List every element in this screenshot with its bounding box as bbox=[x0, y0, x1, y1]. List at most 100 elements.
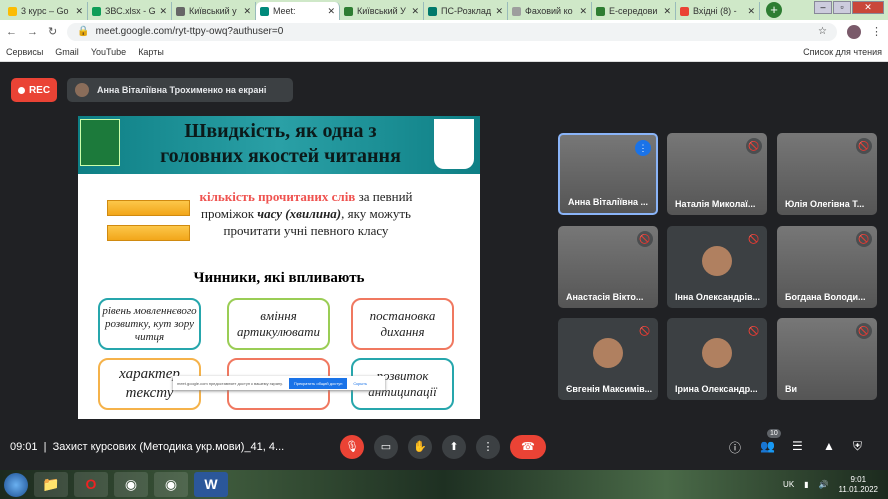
forward-icon[interactable]: → bbox=[27, 26, 38, 38]
participant-name: Анастасія Вікто... bbox=[566, 292, 644, 302]
participant-tile[interactable]: 🚫 Ірина Олександр... bbox=[667, 318, 767, 400]
participant-tile[interactable]: 🚫 Юлія Олегівна Т... bbox=[777, 133, 877, 215]
star-icon[interactable]: ☆ bbox=[818, 26, 827, 37]
close-tab-icon[interactable]: ✕ bbox=[663, 6, 671, 17]
activities-icon[interactable]: ▲ bbox=[823, 439, 835, 453]
camera-button[interactable]: ▭ bbox=[374, 435, 398, 459]
browser-tab[interactable]: ПС-Розклад ✕ bbox=[424, 2, 508, 20]
people-count-badge: 10 bbox=[767, 429, 781, 438]
chat-icon[interactable]: ☰ bbox=[792, 439, 803, 453]
browser-tab[interactable]: Київський у ✕ bbox=[172, 2, 256, 20]
start-button[interactable] bbox=[4, 472, 28, 497]
tab-title: Фаховий ко bbox=[525, 6, 573, 16]
bookmark-gmail[interactable]: Gmail bbox=[55, 47, 79, 57]
close-tab-icon[interactable]: ✕ bbox=[327, 6, 335, 17]
factor-box: вміння артикулювати bbox=[227, 298, 330, 350]
browser-tab[interactable]: Е-середови ✕ bbox=[592, 2, 676, 20]
tab-favicon-icon bbox=[92, 6, 101, 16]
opera-icon[interactable]: O bbox=[74, 472, 108, 497]
participant-tile[interactable]: ⋮ Анна Віталіївна ... bbox=[558, 133, 658, 215]
participant-tile[interactable]: 🚫 Анастасія Вікто... bbox=[558, 226, 658, 308]
close-tab-icon[interactable]: ✕ bbox=[747, 6, 755, 17]
tab-title: 3 курс – Go bbox=[21, 6, 69, 16]
participant-tile[interactable]: 🚫 Наталія Миколаї... bbox=[667, 133, 767, 215]
hide-button[interactable]: Скрыть bbox=[353, 381, 367, 386]
host-controls-icon[interactable]: ⛨ bbox=[853, 439, 862, 454]
close-tab-icon[interactable]: ✕ bbox=[243, 6, 251, 17]
mic-off-button[interactable]: 🎙 bbox=[340, 435, 364, 459]
mic-muted-icon: 🚫 bbox=[856, 323, 872, 339]
recording-badge: REC bbox=[11, 78, 57, 102]
browser-tab[interactable]: 3 курс – Go ✕ bbox=[4, 2, 88, 20]
word-icon[interactable]: W bbox=[194, 472, 228, 497]
leave-call-button[interactable]: ☎ bbox=[510, 435, 546, 459]
tab-favicon-icon bbox=[512, 6, 521, 16]
browser-tab[interactable]: Meet: ✕ bbox=[256, 2, 340, 20]
maximize-button[interactable]: ▫ bbox=[833, 1, 851, 14]
participant-name: Ірина Олександр... bbox=[675, 384, 758, 394]
url-field[interactable]: 🔒 meet.google.com/ryt-ttpy-owq?authuser=0… bbox=[67, 22, 837, 41]
tab-favicon-icon bbox=[596, 6, 605, 16]
menu-icon[interactable]: ⋮ bbox=[871, 25, 882, 38]
participant-tile[interactable]: 🚫 Богдана Володи... bbox=[777, 226, 877, 308]
clock[interactable]: 9:01 11.01.2022 bbox=[839, 475, 878, 495]
tab-title: Meet: bbox=[273, 6, 296, 16]
info-icon[interactable]: ⓘ bbox=[729, 439, 741, 456]
participant-tile[interactable]: 🚫 Інна Олександрів... bbox=[667, 226, 767, 308]
present-button[interactable]: ⬆ bbox=[442, 435, 466, 459]
bookmark-apps[interactable]: Сервисы bbox=[6, 47, 43, 57]
tab-favicon-icon bbox=[176, 6, 185, 16]
profile-avatar[interactable] bbox=[847, 24, 861, 39]
close-tab-icon[interactable]: ✕ bbox=[75, 6, 83, 17]
participant-name: Ви bbox=[785, 384, 798, 394]
network-icon[interactable]: ▮ bbox=[804, 480, 808, 489]
browser-tab[interactable]: Київський У ✕ bbox=[340, 2, 424, 20]
browser-tab[interactable]: ЗВС.xlsx - G ✕ bbox=[88, 2, 172, 20]
close-tab-icon[interactable]: ✕ bbox=[579, 6, 587, 17]
tab-favicon-icon bbox=[680, 6, 689, 16]
tab-title: Київський у bbox=[189, 6, 237, 16]
participant-avatar bbox=[593, 338, 623, 368]
institute-logo bbox=[434, 119, 474, 169]
people-icon[interactable]: 👥 bbox=[760, 439, 775, 453]
new-tab-button[interactable]: + bbox=[766, 2, 782, 18]
explorer-icon[interactable]: 📁 bbox=[34, 472, 68, 497]
bookmarks-bar: Сервисы Gmail YouTube Карты Список для ч… bbox=[0, 43, 888, 62]
stop-sharing-button[interactable]: Прекратить общий доступ bbox=[288, 377, 348, 389]
browser-tab[interactable]: Фаховий ко ✕ bbox=[508, 2, 592, 20]
volume-icon[interactable]: 🔊 bbox=[819, 480, 829, 489]
close-tab-icon[interactable]: ✕ bbox=[495, 6, 503, 17]
participant-name: Євгенія Максимів... bbox=[566, 384, 653, 394]
chrome-icon[interactable]: ◉ bbox=[154, 472, 188, 497]
participant-tile[interactable]: 🚫 Ви bbox=[777, 318, 877, 400]
close-tab-icon[interactable]: ✕ bbox=[159, 6, 167, 17]
lock-icon: 🔒 bbox=[77, 26, 90, 37]
tab-title: Київський У bbox=[357, 6, 406, 16]
minimize-button[interactable]: – bbox=[814, 1, 832, 14]
presenter-banner: Анна Віталіївна Трохименко на екрані bbox=[67, 78, 293, 102]
address-bar-row: ← → ↻ 🔒 meet.google.com/ryt-ttpy-owq?auth… bbox=[0, 20, 888, 43]
reading-list[interactable]: Список для чтения bbox=[803, 47, 882, 57]
presenter-avatar bbox=[75, 83, 89, 97]
chrome-icon[interactable]: ◉ bbox=[114, 472, 148, 497]
participant-name: Анна Віталіївна ... bbox=[568, 197, 649, 207]
browser-tab[interactable]: Вхідні (8) - ✕ bbox=[676, 2, 760, 20]
bookmark-maps[interactable]: Карты bbox=[138, 47, 164, 57]
shared-slide: Швидкість, як одна з головних якостей чи… bbox=[78, 116, 480, 419]
def-bold: часу (хвилина) bbox=[257, 206, 342, 221]
window-controls: – ▫ ✕ bbox=[814, 1, 884, 14]
close-tab-icon[interactable]: ✕ bbox=[411, 6, 419, 17]
participant-tile[interactable]: 🚫 Євгенія Максимів... bbox=[558, 318, 658, 400]
tab-title: Е-середови bbox=[609, 6, 658, 16]
back-icon[interactable]: ← bbox=[6, 26, 17, 38]
bookmark-youtube[interactable]: YouTube bbox=[91, 47, 126, 57]
more-options-button[interactable]: ⋮ bbox=[476, 435, 500, 459]
orange-bar bbox=[107, 225, 190, 241]
windows-taskbar: 📁 O ◉ ◉ W UK ▮ 🔊 9:01 11.01.2022 bbox=[0, 470, 888, 499]
participant-avatar bbox=[702, 246, 732, 276]
close-window-button[interactable]: ✕ bbox=[852, 1, 884, 14]
language-indicator[interactable]: UK bbox=[783, 480, 794, 489]
participant-name: Інна Олександрів... bbox=[675, 292, 761, 302]
raise-hand-button[interactable]: ✋ bbox=[408, 435, 432, 459]
reload-icon[interactable]: ↻ bbox=[48, 25, 57, 38]
